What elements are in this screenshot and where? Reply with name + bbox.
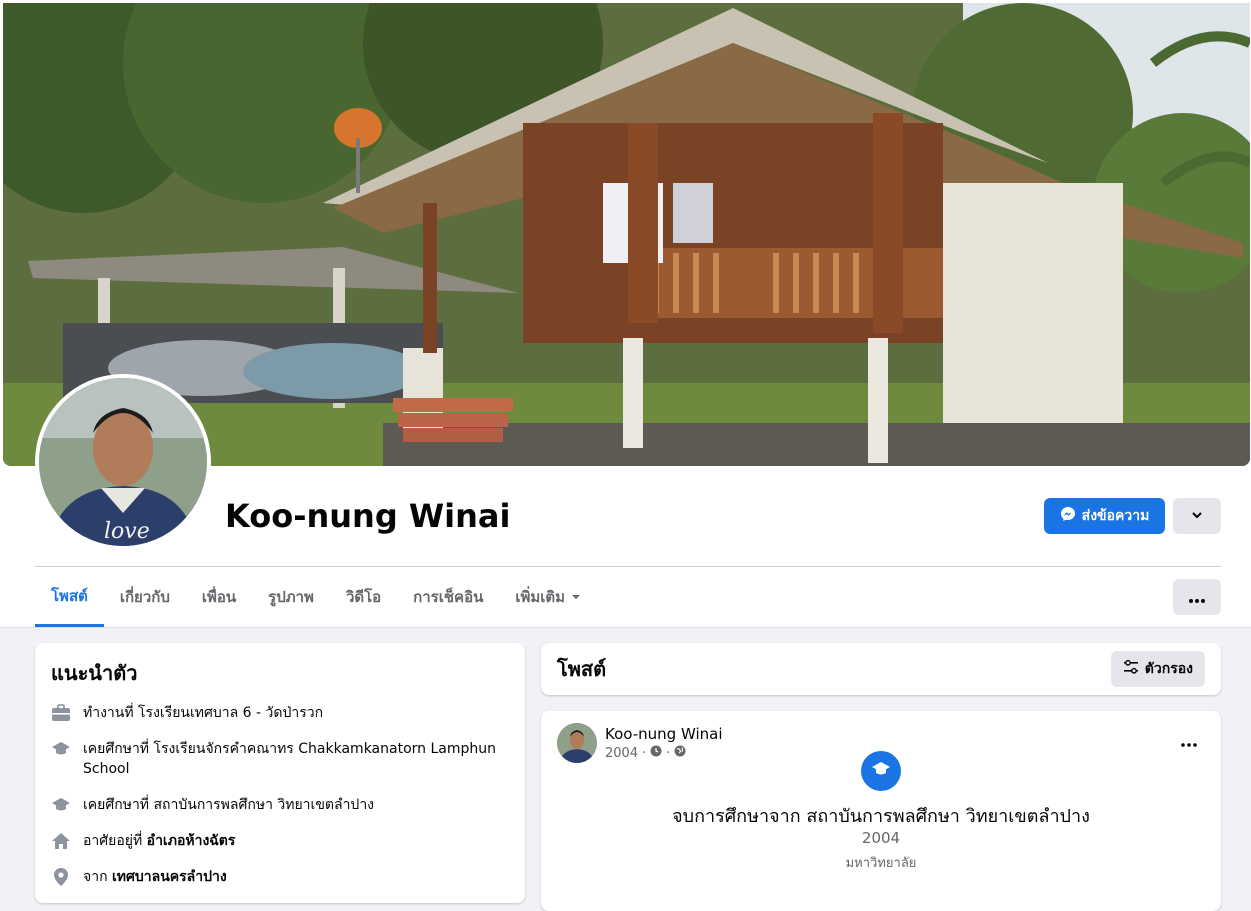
chevron-down-icon	[1190, 507, 1204, 526]
intro-item-prefix: อาศัยอยู่ที่	[83, 833, 147, 849]
svg-text:love: love	[104, 519, 150, 544]
tab-label: วิดีโอ	[345, 588, 382, 606]
intro-item-place[interactable]: เทศบาลนครลำปาง	[112, 869, 227, 885]
cover-house-image	[3, 3, 1250, 466]
filter-sliders-icon	[1123, 659, 1139, 679]
education-badge	[861, 751, 901, 791]
profile-name: Koo-nung Winai	[225, 497, 511, 535]
intro-item-work: ทำงานที่ โรงเรียนเทศบาล 6 - วัดป่ารวก	[51, 703, 509, 723]
intro-item-text: เคยศึกษาที่ โรงเรียนจักรคำคณาทร Chakkamk…	[83, 741, 496, 777]
tab-label: โพสต์	[51, 586, 88, 605]
tab-label: เพิ่มเติม	[515, 588, 566, 606]
tab-label: รูปภาพ	[268, 588, 314, 606]
filter-button[interactable]: ตัวกรอง	[1110, 651, 1205, 687]
avatar-photo: love	[39, 378, 207, 546]
send-message-label: ส่งข้อความ	[1081, 508, 1150, 524]
post-author-avatar[interactable]	[557, 723, 597, 763]
globe-icon	[674, 745, 686, 761]
tab-label: เกี่ยวกับ	[119, 588, 170, 606]
post-options-button[interactable]	[1181, 731, 1197, 752]
caret-down-icon	[571, 588, 581, 606]
intro-item-text: เคยศึกษาที่ สถาบันการพลศึกษา วิทยาเขตลำป…	[83, 797, 375, 813]
clock-icon	[650, 745, 662, 761]
intro-item-text: จาก เทศบาลนครลำปาง	[83, 867, 227, 887]
life-event-year: 2004	[861, 829, 901, 847]
graduation-cap-icon	[51, 739, 71, 759]
tab-about[interactable]: เกี่ยวกับ	[104, 567, 186, 627]
tab-posts[interactable]: โพสต์	[35, 567, 104, 627]
tab-overflow-button[interactable]	[1173, 579, 1221, 615]
tab-label: การเช็คอิน	[413, 588, 484, 606]
tab-videos[interactable]: วิดีโอ	[330, 567, 397, 627]
post-year[interactable]: 2004	[605, 746, 638, 761]
posts-header-card: โพสต์ ตัวกรอง	[541, 643, 1221, 695]
post-author-name[interactable]: Koo-nung Winai	[605, 725, 722, 743]
intro-item-college: เคยศึกษาที่ สถาบันการพลศึกษา วิทยาเขตลำป…	[51, 795, 509, 815]
intro-card: แนะนำตัว ทำงานที่ โรงเรียนเทศบาล 6 - วัด…	[35, 643, 525, 903]
messenger-icon	[1060, 506, 1076, 526]
filter-label: ตัวกรอง	[1144, 661, 1193, 677]
separator-dot: ·	[666, 745, 671, 761]
cover-photo[interactable]	[3, 3, 1250, 466]
tab-more[interactable]: เพิ่มเติม	[499, 567, 597, 627]
intro-item-from: จาก เทศบาลนครลำปาง	[51, 867, 509, 887]
life-event-type: มหาวิทยาลัย	[845, 856, 917, 871]
header-shadow	[0, 627, 1251, 628]
separator-dot: ·	[642, 745, 647, 761]
intro-item-text: ทำงานที่ โรงเรียนเทศบาล 6 - วัดป่ารวก	[83, 705, 324, 721]
graduation-cap-icon	[51, 795, 71, 815]
intro-item-lives-in: อาศัยอยู่ที่ อำเภอห้างฉัตร	[51, 831, 509, 851]
graduation-cap-icon	[871, 759, 891, 783]
life-event-title: จบการศึกษาจาก สถาบันการพลศึกษา วิทยาเขตล…	[672, 806, 1090, 827]
profile-tabs: โพสต์ เกี่ยวกับ เพื่อน รูปภาพ วิดีโอ การ…	[35, 567, 597, 627]
post-author-block: Koo-nung Winai 2004 · ·	[605, 725, 722, 761]
tab-label: เพื่อน	[201, 588, 237, 606]
intro-item-text: อาศัยอยู่ที่ อำเภอห้างฉัตร	[83, 831, 235, 851]
intro-item-place[interactable]: อำเภอห้างฉัตร	[147, 833, 236, 849]
ellipsis-icon	[1189, 588, 1205, 607]
intro-title: แนะนำตัว	[51, 661, 138, 685]
posts-title: โพสต์	[557, 657, 607, 681]
tab-friends[interactable]: เพื่อน	[186, 567, 252, 627]
location-pin-icon	[51, 867, 71, 887]
profile-avatar[interactable]: love	[35, 374, 211, 550]
ellipsis-icon	[1181, 731, 1197, 752]
send-message-button[interactable]: ส่งข้อความ	[1044, 498, 1165, 534]
home-icon	[51, 831, 71, 851]
intro-item-school: เคยศึกษาที่ โรงเรียนจักรคำคณาทร Chakkamk…	[51, 739, 509, 779]
briefcase-icon	[51, 703, 71, 723]
post-meta: 2004 · ·	[605, 745, 722, 761]
tab-checkins[interactable]: การเช็คอิน	[397, 567, 499, 627]
intro-item-prefix: จาก	[83, 869, 112, 885]
profile-options-dropdown[interactable]	[1173, 498, 1221, 534]
profile-header: love Koo-nung Winai ส่งข้อความ โพสต์ เกี…	[0, 0, 1251, 628]
life-event-post: Koo-nung Winai 2004 · · จบการศึกษาจาก สถ…	[541, 711, 1221, 911]
tab-photos[interactable]: รูปภาพ	[252, 567, 330, 627]
